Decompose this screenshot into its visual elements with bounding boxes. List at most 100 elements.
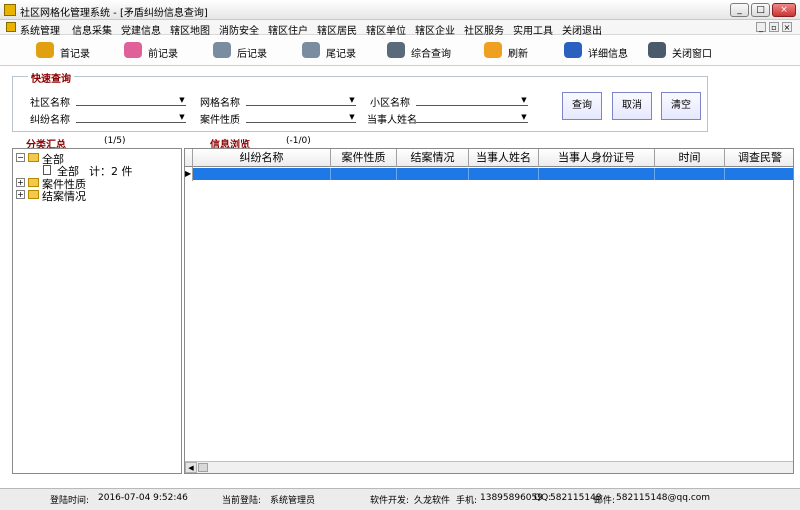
chevron-down-icon: ▼ <box>521 96 527 104</box>
dispute-name-label: 纠纷名称 <box>30 115 70 126</box>
last-record-icon <box>302 42 320 58</box>
estate-name-label: 小区名称 <box>370 98 410 109</box>
category-tree: − 全部 全部 计：2 件 + 案件性质 + 结案情况 <box>12 148 182 474</box>
folder-icon <box>28 178 39 187</box>
clear-button[interactable]: 清空 <box>661 92 701 120</box>
query-button[interactable]: 查询 <box>562 92 602 120</box>
col-officer[interactable]: 调查民警 <box>725 149 793 167</box>
refresh-icon <box>484 42 502 58</box>
detail-info-label: 详细信息 <box>588 49 628 60</box>
cell[interactable] <box>397 168 469 180</box>
party-name-label: 当事人姓名 <box>367 115 417 126</box>
estate-name-select[interactable]: ▼ <box>416 94 528 106</box>
next-record-label: 后记录 <box>237 49 267 60</box>
col-case-status[interactable]: 结案情况 <box>397 149 469 167</box>
cell[interactable] <box>331 168 397 180</box>
cell[interactable] <box>655 168 725 180</box>
chevron-down-icon: ▼ <box>179 113 185 121</box>
developer-label: 软件开发: <box>370 496 410 506</box>
menu-residents[interactable]: 辖区居民 <box>317 22 357 37</box>
col-time[interactable]: 时间 <box>655 149 725 167</box>
maximize-button[interactable]: □ <box>751 3 770 17</box>
child-minimize-button[interactable]: _ <box>756 22 766 32</box>
chevron-down-icon: ▼ <box>179 96 185 104</box>
tree-node-case-status[interactable]: 结案情况 <box>42 188 86 203</box>
chevron-down-icon: ▼ <box>349 96 355 104</box>
menu-enterprises[interactable]: 辖区企业 <box>415 22 455 37</box>
menu-system[interactable]: 系统管理 <box>20 22 60 37</box>
cell[interactable] <box>193 168 331 180</box>
case-nature-select[interactable]: ▼ <box>246 111 356 123</box>
grid-corner <box>185 149 193 167</box>
prev-record-icon <box>124 42 142 58</box>
menu-households[interactable]: 辖区住户 <box>268 22 308 37</box>
collapse-icon[interactable]: − <box>16 153 25 162</box>
category-summary-count: (1/5) <box>104 136 126 146</box>
cancel-button[interactable]: 取消 <box>612 92 652 120</box>
case-nature-label: 案件性质 <box>200 115 240 126</box>
close-window-icon <box>648 42 666 58</box>
col-dispute-name[interactable]: 纠纷名称 <box>193 149 331 167</box>
first-record-label: 首记录 <box>60 49 90 60</box>
phone-label: 手机: <box>456 496 478 506</box>
tree-leaf-all[interactable]: 全部 <box>57 163 79 178</box>
menu-tools[interactable]: 实用工具 <box>513 22 553 37</box>
menu-community-service[interactable]: 社区服务 <box>464 22 504 37</box>
last-record-label: 尾记录 <box>326 49 356 60</box>
folder-icon <box>28 190 39 199</box>
cell[interactable] <box>539 168 655 180</box>
close-button[interactable]: × <box>772 3 796 17</box>
scroll-left-icon[interactable]: ◀ <box>185 462 197 473</box>
first-record-icon <box>36 42 54 58</box>
menu-exit[interactable]: 关闭退出 <box>562 22 602 37</box>
developer-value: 久龙软件 <box>414 496 451 506</box>
info-browse-count: (-1/0) <box>286 136 311 146</box>
app-icon <box>4 4 16 16</box>
detail-icon <box>564 42 582 58</box>
cell[interactable] <box>469 168 539 180</box>
prev-record-label: 前记录 <box>148 49 178 60</box>
login-time-value: 2016-07-04 9:52:46 <box>98 493 188 503</box>
minimize-button[interactable]: _ <box>730 3 749 17</box>
child-close-button[interactable]: × <box>782 22 792 32</box>
menu-info-collect[interactable]: 信息采集 <box>72 22 112 37</box>
email-label: 邮件: <box>594 496 616 506</box>
menu-bar: 系统管理 信息采集 党建信息 辖区地图 消防安全 辖区住户 辖区居民 辖区单位 … <box>0 20 800 37</box>
email-value: 582115148@qq.com <box>616 493 711 503</box>
window-title: 社区网格化管理系统 - [矛盾纠纷信息查询] <box>20 8 208 19</box>
quick-query-title: 快速查询 <box>28 70 74 85</box>
col-case-nature[interactable]: 案件性质 <box>331 149 397 167</box>
menu-app-icon <box>6 22 16 32</box>
col-party-name[interactable]: 当事人姓名 <box>469 149 539 167</box>
current-user-value: 系统管理员 <box>270 496 316 506</box>
col-party-id[interactable]: 当事人身份证号 <box>539 149 655 167</box>
info-grid: 纠纷名称 案件性质 结案情况 当事人姓名 当事人身份证号 时间 调查民警 ▶ ◀ <box>184 148 794 474</box>
dispute-name-select[interactable]: ▼ <box>76 111 186 123</box>
scroll-thumb[interactable] <box>198 463 208 472</box>
party-name-select[interactable]: ▼ <box>416 111 528 123</box>
grid-header: 纠纷名称 案件性质 结案情况 当事人姓名 当事人身份证号 时间 调查民警 <box>185 149 793 167</box>
refresh-label: 刷新 <box>508 49 528 60</box>
status-bar: 登陆时间: 2016-07-04 9:52:46 当前登陆: 系统管理员 软件开… <box>0 488 800 510</box>
document-icon <box>43 165 51 175</box>
community-name-select[interactable]: ▼ <box>76 94 186 106</box>
menu-units[interactable]: 辖区单位 <box>366 22 406 37</box>
menu-party-info[interactable]: 党建信息 <box>121 22 161 37</box>
login-time-label: 登陆时间: <box>50 496 90 506</box>
chevron-down-icon: ▼ <box>349 113 355 121</box>
horizontal-scrollbar[interactable]: ◀ <box>185 461 793 473</box>
title-bar: 社区网格化管理系统 - [矛盾纠纷信息查询] _ □ × <box>0 0 800 20</box>
table-row[interactable] <box>193 168 793 180</box>
folder-icon <box>28 153 39 162</box>
child-restore-button[interactable]: ▫ <box>769 22 779 32</box>
menu-area-map[interactable]: 辖区地图 <box>170 22 210 37</box>
combined-query-label: 综合查询 <box>411 49 451 60</box>
tree-leaf-count: 计：2 件 <box>89 165 133 178</box>
expand-icon[interactable]: + <box>16 190 25 199</box>
menu-fire-safety[interactable]: 消防安全 <box>219 22 259 37</box>
search-icon <box>387 42 405 58</box>
current-user-label: 当前登陆: <box>222 496 262 506</box>
grid-name-select[interactable]: ▼ <box>246 94 356 106</box>
row-indicator-icon: ▶ <box>185 167 193 181</box>
expand-icon[interactable]: + <box>16 178 25 187</box>
